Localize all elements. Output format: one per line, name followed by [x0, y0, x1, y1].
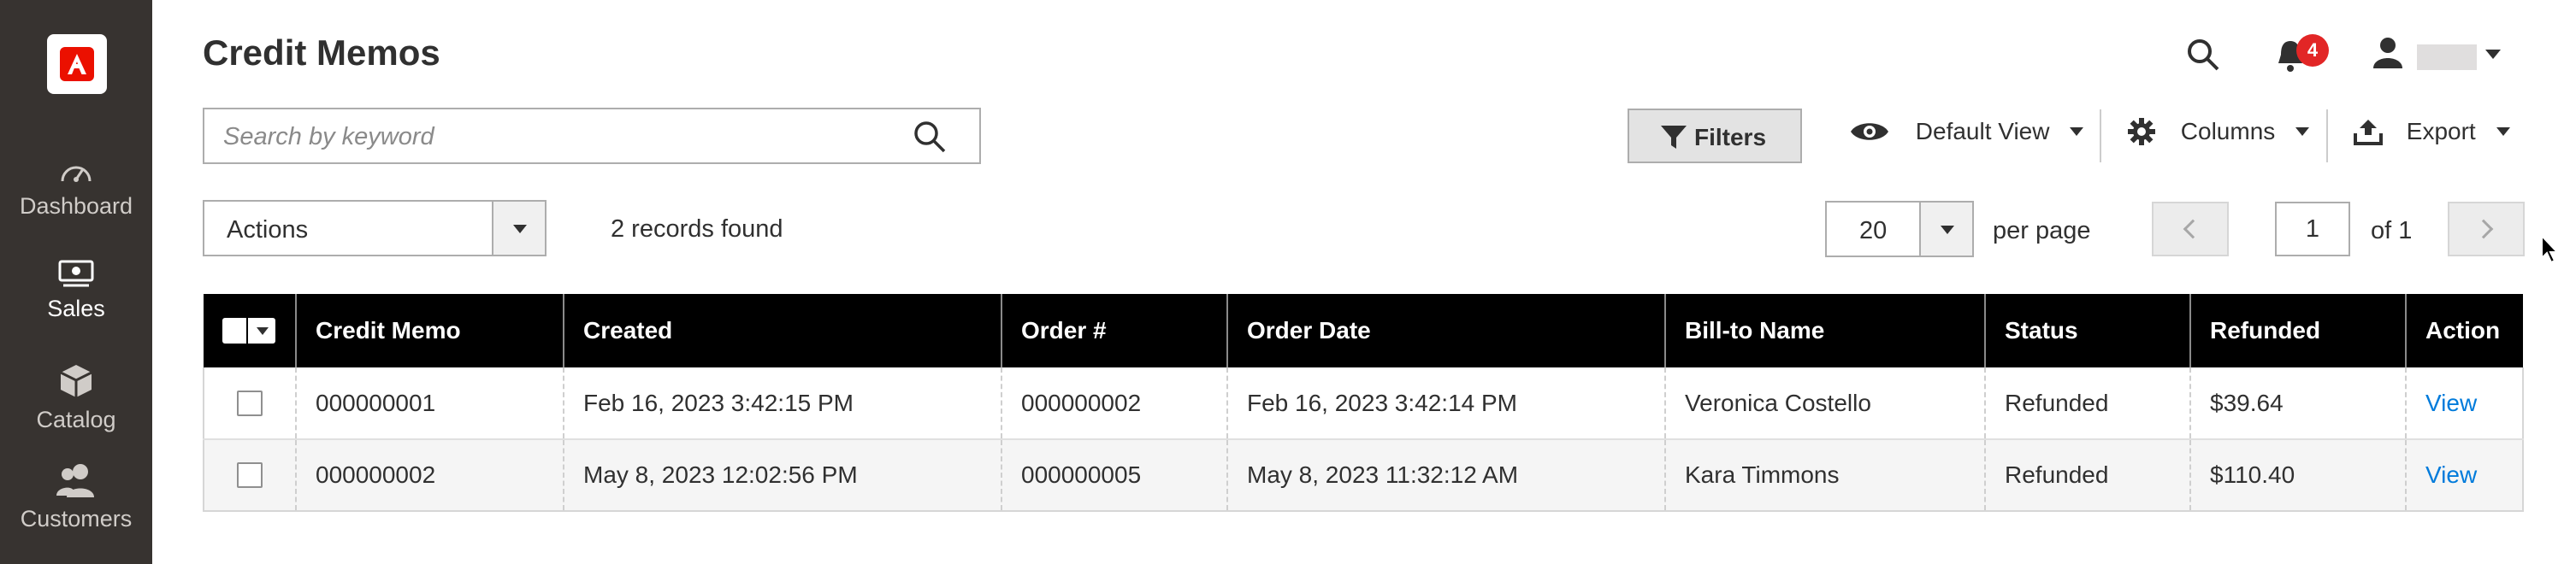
row-checkbox[interactable] [237, 462, 263, 488]
mouse-cursor-icon [2541, 234, 2560, 264]
adobe-logo[interactable] [47, 34, 107, 94]
refunded-cell: $110.40 [2189, 439, 2406, 512]
actions-label: Actions [227, 216, 309, 244]
column-header-credit-memo[interactable]: Credit Memo [295, 294, 564, 367]
sidebar-item-customers[interactable]: Customers [0, 461, 152, 532]
chevron-down-icon [1941, 226, 1954, 234]
sidebar-item-dashboard[interactable]: Dashboard [0, 157, 152, 220]
per-page-select[interactable]: 20 [1825, 201, 1974, 257]
chevron-down-icon [2295, 126, 2310, 136]
credit-memo-cell: 000000002 [295, 439, 564, 512]
column-header-order-number[interactable]: Order # [1001, 294, 1227, 367]
current-page-input[interactable] [2275, 202, 2350, 256]
search-icon[interactable] [2186, 38, 2220, 72]
chevron-down-icon [513, 225, 527, 233]
chevron-left-icon [2183, 219, 2203, 239]
sidebar-item-label: Catalog [36, 407, 116, 432]
users-icon [56, 464, 94, 497]
per-page-label: per page [1993, 217, 2091, 244]
column-header-status[interactable]: Status [1984, 294, 2190, 367]
search-input[interactable] [223, 120, 907, 154]
filters-label: Filters [1694, 124, 1767, 150]
row-select-cell [203, 439, 296, 512]
chevron-down-icon [2496, 126, 2510, 136]
chevron-down-icon[interactable] [257, 327, 269, 335]
per-page-value: 20 [1859, 217, 1888, 244]
column-header-order-date[interactable]: Order Date [1226, 294, 1665, 367]
funnel-icon [1661, 126, 1687, 149]
order-date-cell: Feb 16, 2023 3:42:14 PM [1226, 367, 1665, 440]
table-row: 000000001 Feb 16, 2023 3:42:15 PM 000000… [203, 367, 2524, 440]
action-cell: View [2405, 439, 2524, 512]
column-header-refunded[interactable]: Refunded [2189, 294, 2406, 367]
columns-dropdown[interactable]: Columns [2128, 116, 2310, 145]
column-header-bill-to-name[interactable]: Bill-to Name [1664, 294, 1985, 367]
user-name[interactable] [2417, 44, 2477, 70]
per-page-dropdown-toggle[interactable] [1919, 203, 1972, 256]
column-header-action: Action [2405, 294, 2523, 367]
default-view-label: Default View [1915, 117, 2050, 144]
bill-to-name-cell: Kara Timmons [1664, 439, 1985, 512]
notification-count-badge[interactable]: 4 [2296, 34, 2329, 67]
toolbar-divider [2326, 109, 2328, 162]
order-date-cell: May 8, 2023 11:32:12 AM [1226, 439, 1665, 512]
cube-icon [60, 365, 92, 397]
chevron-down-icon[interactable] [2485, 50, 2501, 59]
eye-icon [1851, 122, 1888, 140]
table-row: 000000002 May 8, 2023 12:02:56 PM 000000… [203, 439, 2524, 512]
created-cell: Feb 16, 2023 3:42:15 PM [563, 367, 1001, 440]
grid-header-row: Credit Memo Created Order # Order Date B… [204, 294, 2523, 367]
default-view-dropdown[interactable]: Default View [1849, 116, 2084, 145]
page-title: Credit Memos [203, 32, 440, 73]
speedometer-icon [61, 166, 92, 182]
column-header-created[interactable]: Created [563, 294, 1001, 367]
credit-memos-grid: Credit Memo Created Order # Order Date B… [203, 294, 2524, 512]
upload-icon [2354, 119, 2383, 145]
mass-actions-select[interactable]: Actions [203, 200, 547, 256]
columns-label: Columns [2180, 117, 2276, 144]
mass-select-dropdown[interactable] [222, 318, 275, 344]
view-link[interactable]: View [2425, 390, 2477, 416]
search-button-icon[interactable] [913, 120, 947, 154]
mass-select-checkbox[interactable] [222, 318, 248, 344]
action-cell: View [2405, 367, 2524, 440]
records-count: 2 records found [611, 215, 783, 243]
actions-dropdown-toggle[interactable] [492, 202, 545, 255]
money-icon [58, 260, 94, 287]
filters-button[interactable]: Filters [1628, 109, 1802, 163]
credit-memo-cell: 000000001 [295, 367, 564, 440]
order-number-cell: 000000002 [1001, 367, 1227, 440]
chevron-down-icon [2070, 126, 2084, 136]
sidebar-item-label: Sales [47, 296, 105, 321]
sidebar-item-sales[interactable]: Sales [0, 260, 152, 322]
admin-sidebar: Dashboard Sales Catalog Customers [0, 0, 152, 564]
created-cell: May 8, 2023 12:02:56 PM [563, 439, 1001, 512]
sidebar-item-label: Dashboard [19, 193, 133, 219]
sidebar-item-catalog[interactable]: Catalog [0, 362, 152, 433]
status-cell: Refunded [1984, 439, 2190, 512]
mass-select-header [204, 294, 296, 367]
status-cell: Refunded [1984, 367, 2190, 440]
adobe-logo-icon [60, 47, 94, 81]
row-select-cell [203, 367, 296, 440]
user-icon[interactable] [2371, 36, 2405, 70]
keyword-search [203, 108, 981, 164]
toolbar-divider [2100, 109, 2101, 162]
total-pages-label: of 1 [2371, 217, 2413, 244]
export-label: Export [2406, 117, 2476, 144]
refunded-cell: $39.64 [2189, 367, 2406, 440]
bill-to-name-cell: Veronica Costello [1664, 367, 1985, 440]
order-number-cell: 000000005 [1001, 439, 1227, 512]
row-checkbox[interactable] [237, 390, 263, 416]
previous-page-button[interactable] [2152, 202, 2229, 256]
view-link[interactable]: View [2425, 461, 2477, 488]
export-dropdown[interactable]: Export [2354, 116, 2510, 145]
gear-icon [2128, 117, 2155, 145]
next-page-button[interactable] [2448, 202, 2525, 256]
chevron-right-icon [2473, 219, 2494, 239]
sidebar-item-label: Customers [20, 506, 133, 532]
